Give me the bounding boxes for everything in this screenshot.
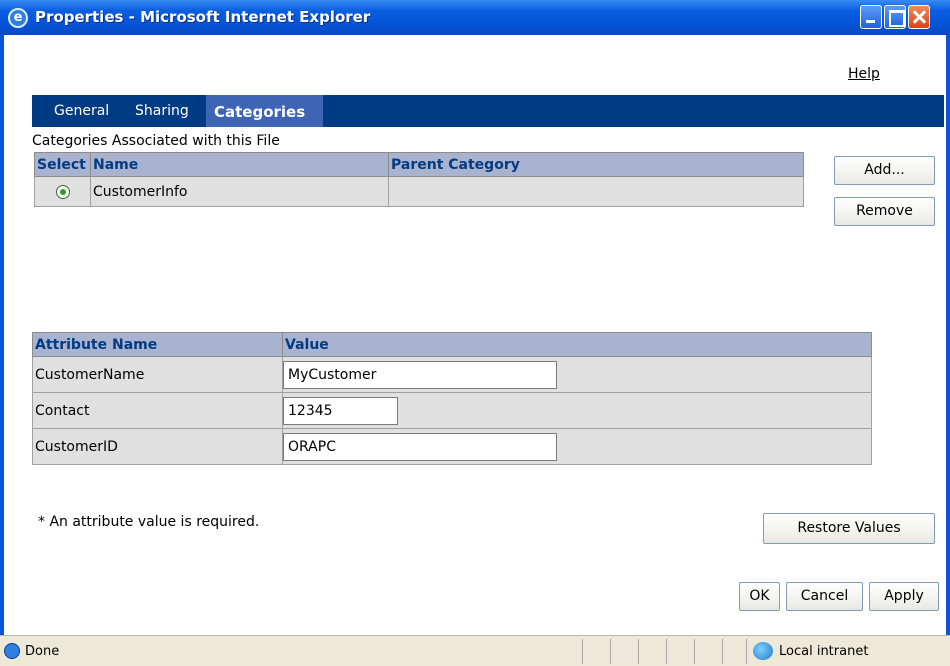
page-icon <box>4 643 20 659</box>
internet-explorer-icon: e <box>8 8 28 28</box>
parent-category-cell <box>388 176 804 207</box>
tab-bar: General Sharing Categories <box>32 95 944 127</box>
tab-sharing[interactable]: Sharing <box>135 103 189 119</box>
status-divider <box>746 639 747 664</box>
close-button[interactable] <box>908 5 930 29</box>
categories-table: Select Name Parent Category CustomerInfo <box>34 152 804 207</box>
add-button[interactable]: Add... <box>834 156 935 185</box>
status-divider <box>638 639 639 664</box>
attribute-name-cell: CustomerID <box>32 428 283 465</box>
status-divider <box>582 639 583 664</box>
status-text: Done <box>25 644 60 659</box>
column-header-name: Name <box>90 152 389 177</box>
restore-values-button[interactable]: Restore Values <box>763 513 935 544</box>
attribute-value-cell <box>282 428 872 465</box>
help-link[interactable]: Help <box>848 66 880 82</box>
column-header-select: Select <box>34 152 91 177</box>
table-row: Contact <box>32 392 872 429</box>
attributes-table: Attribute Name Value CustomerName Contac… <box>32 332 872 465</box>
ok-button[interactable]: OK <box>739 582 780 611</box>
select-cell <box>34 176 91 207</box>
column-header-parent-category: Parent Category <box>388 152 804 177</box>
category-name-cell: CustomerInfo <box>90 176 389 207</box>
categories-header-row: Select Name Parent Category <box>34 152 804 177</box>
tab-categories[interactable]: Categories <box>206 95 323 127</box>
status-divider <box>694 639 695 664</box>
minimize-button[interactable] <box>860 5 882 29</box>
attribute-value-cell <box>282 356 872 393</box>
maximize-button[interactable] <box>884 5 906 29</box>
column-header-attribute-name: Attribute Name <box>32 332 283 357</box>
table-row: CustomerName <box>32 356 872 393</box>
attribute-value-cell <box>282 392 872 429</box>
contact-input[interactable] <box>283 396 398 425</box>
cancel-button[interactable]: Cancel <box>786 582 863 611</box>
tab-general[interactable]: General <box>54 103 109 119</box>
window-border-right <box>946 35 950 635</box>
categories-caption: Categories Associated with this File <box>32 133 280 149</box>
customer-id-input[interactable] <box>283 432 557 461</box>
column-header-value: Value <box>282 332 872 357</box>
select-radio[interactable] <box>55 184 70 199</box>
table-row: CustomerID <box>32 428 872 465</box>
customer-name-input[interactable] <box>283 360 557 389</box>
status-divider <box>610 639 611 664</box>
local-intranet-icon <box>753 642 773 660</box>
attributes-header-row: Attribute Name Value <box>32 332 872 357</box>
browser-window: e Properties - Microsoft Internet Explor… <box>0 0 950 666</box>
apply-button[interactable]: Apply <box>869 582 939 611</box>
status-divider <box>666 639 667 664</box>
remove-button[interactable]: Remove <box>834 197 935 226</box>
window-title: Properties - Microsoft Internet Explorer <box>35 8 371 26</box>
attribute-name-cell: CustomerName <box>32 356 283 393</box>
required-note: * An attribute value is required. <box>38 514 260 530</box>
window-border-left <box>0 35 4 635</box>
title-bar[interactable]: e Properties - Microsoft Internet Explor… <box>0 0 950 35</box>
status-bar: Done Local intranet <box>0 635 950 666</box>
attribute-name-cell: Contact <box>32 392 283 429</box>
table-row: CustomerInfo <box>34 176 804 207</box>
security-zone-text: Local intranet <box>779 644 869 659</box>
status-divider <box>722 639 723 664</box>
